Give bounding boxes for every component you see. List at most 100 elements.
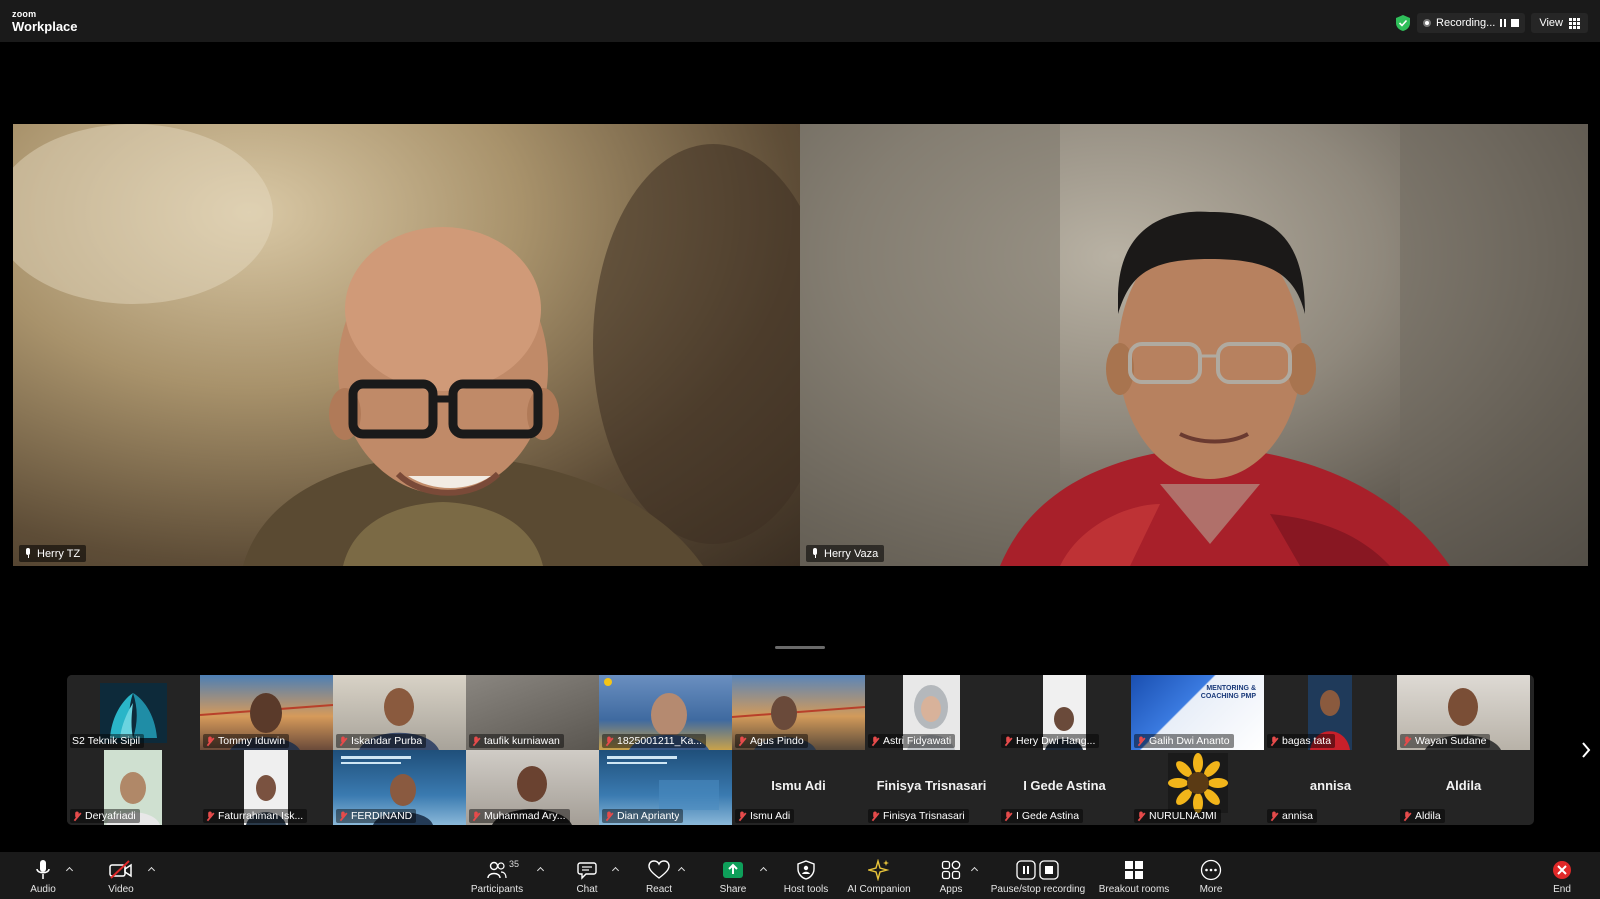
participant-tile[interactable]: 1825001211_Ka... bbox=[599, 675, 732, 750]
participant-tile[interactable]: NURULNAJMI bbox=[1131, 750, 1264, 825]
pause-stop-label: Pause/stop recording bbox=[990, 884, 1086, 895]
share-button[interactable]: Share bbox=[718, 852, 748, 899]
chat-options-caret-icon[interactable] bbox=[611, 865, 619, 873]
ai-companion-button[interactable]: AI Companion bbox=[847, 852, 911, 899]
participant-tile[interactable]: Iskandar Purba bbox=[333, 675, 466, 750]
muted-mic-icon bbox=[871, 736, 880, 746]
speaker-video-tile-2[interactable]: Herry Vaza bbox=[800, 124, 1588, 566]
stop-recording-icon[interactable] bbox=[1511, 19, 1520, 27]
audio-button[interactable]: Audio bbox=[28, 852, 58, 899]
video-label: Video bbox=[108, 884, 134, 895]
video-button[interactable]: Video bbox=[104, 852, 138, 899]
apps-options-caret-icon[interactable] bbox=[970, 865, 978, 873]
muted-mic-icon bbox=[1403, 811, 1412, 821]
muted-mic-icon bbox=[871, 811, 880, 821]
share-screen-icon bbox=[722, 858, 744, 882]
participant-tile[interactable]: Aldila Aldila bbox=[1397, 750, 1530, 825]
ai-companion-label: AI Companion bbox=[847, 884, 911, 895]
react-button[interactable]: React bbox=[644, 852, 674, 899]
participant-name-tag: Hery Dwi Hang... bbox=[1001, 734, 1100, 748]
participant-tile[interactable]: FERDINAND bbox=[333, 750, 466, 825]
muted-mic-icon bbox=[605, 736, 614, 746]
host-tools-shield-icon bbox=[797, 858, 815, 882]
gallery-resize-handle[interactable] bbox=[775, 646, 825, 649]
participant-name-tag: NURULNAJMI bbox=[1134, 809, 1221, 823]
gallery-next-page-button[interactable] bbox=[1576, 738, 1596, 762]
participants-button[interactable]: 35 Participants bbox=[467, 852, 527, 899]
muted-mic-icon bbox=[1004, 811, 1013, 821]
grid-view-icon bbox=[1569, 17, 1580, 29]
more-button[interactable]: More bbox=[1196, 852, 1226, 899]
react-options-caret-icon[interactable] bbox=[677, 865, 685, 873]
participant-tile[interactable]: Deryafriadi bbox=[67, 750, 200, 825]
speaker-video-tile-1[interactable]: Herry TZ bbox=[13, 124, 800, 566]
muted-mic-icon bbox=[206, 736, 215, 746]
breakout-rooms-label: Breakout rooms bbox=[1098, 884, 1170, 895]
breakout-rooms-button[interactable]: Breakout rooms bbox=[1097, 852, 1171, 899]
participant-tile[interactable]: Faturrahman Isk... bbox=[200, 750, 333, 825]
participant-tile[interactable]: I Gede Astina I Gede Astina bbox=[998, 750, 1131, 825]
apps-button[interactable]: Apps bbox=[936, 852, 966, 899]
share-label: Share bbox=[719, 884, 747, 895]
pause-stop-recording-button[interactable]: Pause/stop recording bbox=[990, 852, 1086, 899]
more-icon bbox=[1200, 858, 1222, 882]
speaker-name: Herry Vaza bbox=[824, 547, 879, 560]
participant-tile[interactable]: bagas tata bbox=[1264, 675, 1397, 750]
participants-icon: 35 bbox=[467, 858, 527, 882]
pause-recording-icon[interactable] bbox=[1500, 19, 1507, 27]
muted-mic-icon bbox=[1137, 811, 1146, 821]
participant-tile[interactable]: Finisya Trisnasari Finisya Trisnasari bbox=[865, 750, 998, 825]
participant-name-tag: 1825001211_Ka... bbox=[602, 734, 707, 748]
participant-name-tag: Agus Pindo bbox=[735, 734, 808, 748]
encryption-shield-icon[interactable] bbox=[1395, 14, 1411, 32]
view-button[interactable]: View bbox=[1531, 13, 1588, 33]
muted-mic-icon bbox=[738, 811, 747, 821]
participant-tile[interactable]: Dian Aprianty bbox=[599, 750, 732, 825]
participant-name-tag: bagas tata bbox=[1267, 734, 1336, 748]
participant-display-name: Finisya Trisnasari bbox=[876, 778, 987, 793]
participant-tile[interactable]: Agus Pindo bbox=[732, 675, 865, 750]
end-meeting-button[interactable]: End bbox=[1550, 852, 1574, 899]
muted-mic-icon bbox=[1270, 736, 1279, 746]
muted-mic-icon bbox=[1403, 736, 1412, 746]
participant-display-name: Ismu Adi bbox=[771, 778, 826, 793]
participant-name-tag: Galih Dwi Ananto bbox=[1134, 734, 1234, 748]
participant-tile[interactable]: Astri Fidyawati bbox=[865, 675, 998, 750]
muted-mic-icon bbox=[1270, 811, 1279, 821]
recording-dot-icon bbox=[1423, 19, 1432, 27]
participant-tile[interactable]: Tommy Iduwin bbox=[200, 675, 333, 750]
participant-tile[interactable]: S2 Teknik Sipil bbox=[67, 675, 200, 750]
participant-display-name: Aldila bbox=[1445, 778, 1482, 793]
participant-tile[interactable]: Muhammad Ary... bbox=[466, 750, 599, 825]
react-label: React bbox=[645, 884, 673, 895]
chat-button[interactable]: Chat bbox=[572, 852, 602, 899]
participant-tile[interactable]: annisa annisa bbox=[1264, 750, 1397, 825]
participant-tile[interactable]: taufik kurniawan bbox=[466, 675, 599, 750]
participant-name-tag: S2 Teknik Sipil bbox=[70, 734, 145, 748]
share-options-caret-icon[interactable] bbox=[759, 865, 767, 873]
video-options-caret-icon[interactable] bbox=[147, 865, 155, 873]
participant-name-tag: Astri Fidyawati bbox=[868, 734, 956, 748]
participant-tile[interactable]: Wayan Sudane bbox=[1397, 675, 1530, 750]
muted-mic-icon bbox=[73, 811, 82, 821]
video-off-icon bbox=[109, 858, 133, 882]
recording-indicator[interactable]: Recording... bbox=[1417, 13, 1526, 33]
microphone-icon bbox=[810, 548, 820, 559]
speaker-name-tag: Herry Vaza bbox=[806, 545, 885, 562]
participant-name-tag: Muhammad Ary... bbox=[469, 809, 570, 823]
apps-icon bbox=[941, 858, 961, 882]
participant-tile[interactable]: MENTORING & COACHING PMP Galih Dwi Anant… bbox=[1131, 675, 1264, 750]
apps-label: Apps bbox=[939, 884, 963, 895]
sunflower-avatar-image bbox=[1168, 753, 1228, 813]
audio-options-caret-icon[interactable] bbox=[65, 865, 73, 873]
participant-tile[interactable]: Hery Dwi Hang... bbox=[998, 675, 1131, 750]
end-label: End bbox=[1553, 884, 1571, 895]
participants-count: 35 bbox=[509, 859, 520, 869]
participant-name-tag: Aldila bbox=[1400, 809, 1445, 823]
participants-options-caret-icon[interactable] bbox=[536, 865, 544, 873]
host-tools-button[interactable]: Host tools bbox=[783, 852, 829, 899]
participant-tile[interactable]: Ismu Adi Ismu Adi bbox=[732, 750, 865, 825]
muted-mic-icon bbox=[339, 811, 348, 821]
participant-name-tag: taufik kurniawan bbox=[469, 734, 564, 748]
participant-display-name: annisa bbox=[1309, 778, 1352, 793]
